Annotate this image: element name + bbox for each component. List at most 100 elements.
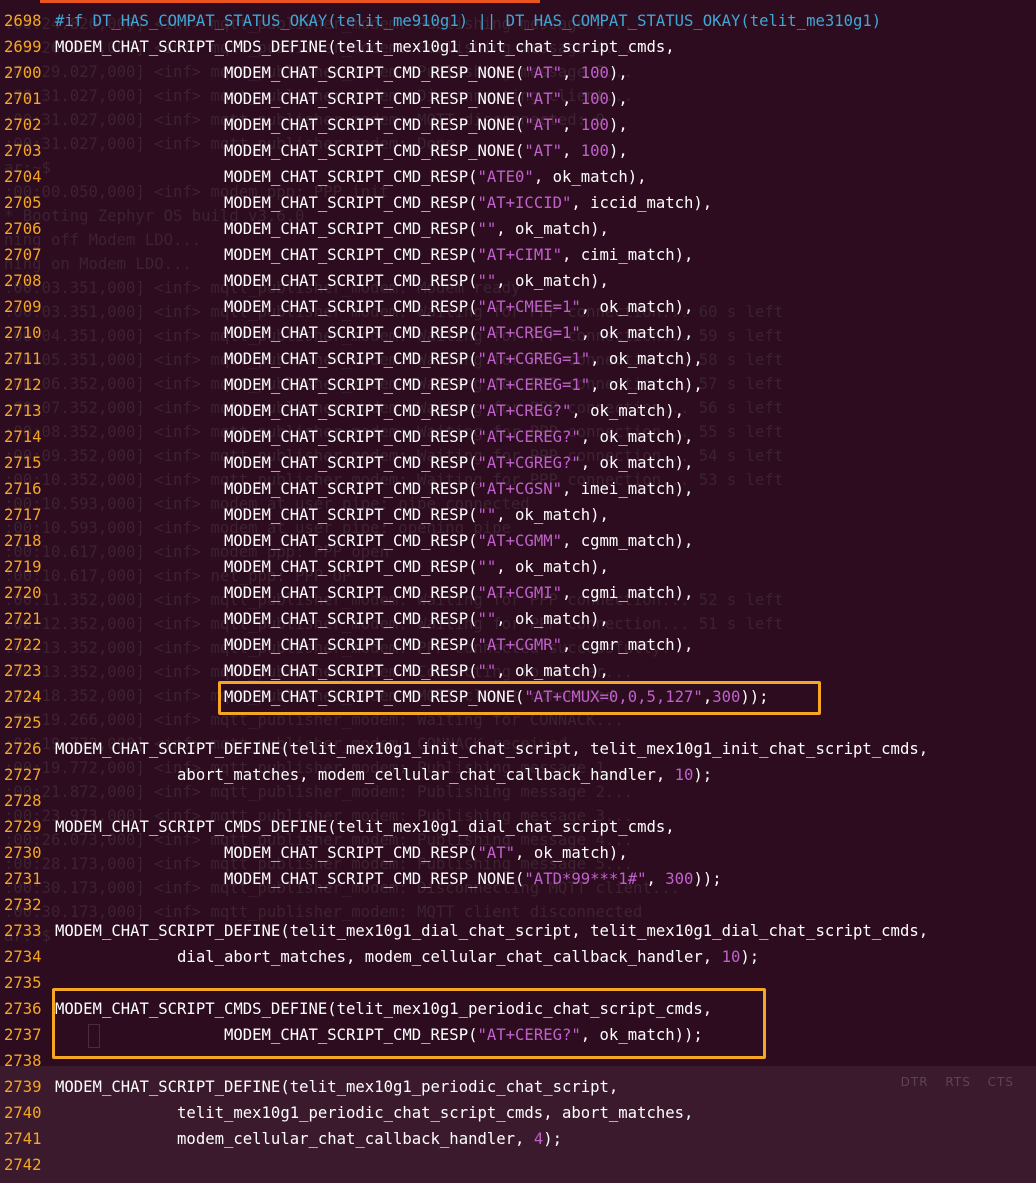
code-line[interactable]: 2699 MODEM_CHAT_SCRIPT_CMDS_DEFINE(telit_… — [0, 34, 1036, 60]
code-line[interactable]: 2724 MODEM_CHAT_SCRIPT_CMD_RESP_NONE("AT… — [0, 684, 1036, 710]
code-line[interactable]: 2710 MODEM_CHAT_SCRIPT_CMD_RESP("AT+CREG… — [0, 320, 1036, 346]
code-line[interactable]: 2725 — [0, 710, 1036, 736]
code-token: "" — [477, 506, 497, 524]
code-line[interactable]: 2737 MODEM_CHAT_SCRIPT_CMD_RESP("AT+CERE… — [0, 1022, 1036, 1048]
code-token: DT_HAS_COMPAT_STATUS_OKAY(telit_me910g1)… — [92, 12, 882, 30]
code-line[interactable]: 2704 MODEM_CHAT_SCRIPT_CMD_RESP("ATE0", … — [0, 164, 1036, 190]
code-token: MODEM_CHAT_SCRIPT_CMD_RESP( — [55, 324, 478, 342]
line-content: modem_cellular_chat_callback_handler, 4)… — [55, 1126, 562, 1152]
line-content: MODEM_CHAT_SCRIPT_CMDS_DEFINE(telit_mex1… — [55, 34, 675, 60]
code-line[interactable]: 2717 MODEM_CHAT_SCRIPT_CMD_RESP("", ok_m… — [0, 502, 1036, 528]
code-line[interactable]: 2716 MODEM_CHAT_SCRIPT_CMD_RESP("AT+CGSN… — [0, 476, 1036, 502]
code-line[interactable]: 2736 MODEM_CHAT_SCRIPT_CMDS_DEFINE(telit_… — [0, 996, 1036, 1022]
code-token: MODEM_CHAT_SCRIPT_CMD_RESP( — [55, 220, 478, 238]
code-token: , cgmr_match), — [561, 636, 694, 654]
line-content: MODEM_CHAT_SCRIPT_CMD_RESP("", ok_match)… — [55, 606, 609, 632]
code-line[interactable]: 2741 modem_cellular_chat_callback_handle… — [0, 1126, 1036, 1152]
code-token: "AT+CGSN" — [477, 480, 562, 498]
code-token: , — [561, 142, 581, 160]
code-token: MODEM_CHAT_SCRIPT_DEFINE(telit_mex10g1_d… — [55, 922, 929, 940]
line-number: 2742 — [4, 1156, 42, 1174]
code-token: MODEM_CHAT_SCRIPT_CMD_RESP( — [55, 246, 478, 264]
line-content: MODEM_CHAT_SCRIPT_CMD_RESP("AT+CGREG=1",… — [55, 346, 703, 372]
code-token: MODEM_CHAT_SCRIPT_CMD_RESP_NONE( — [55, 142, 525, 160]
code-line[interactable]: 2718 MODEM_CHAT_SCRIPT_CMD_RESP("AT+CGMM… — [0, 528, 1036, 554]
code-line[interactable]: 2709 MODEM_CHAT_SCRIPT_CMD_RESP("AT+CMEE… — [0, 294, 1036, 320]
code-line[interactable]: 2738 — [0, 1048, 1036, 1074]
code-line[interactable]: 2721 MODEM_CHAT_SCRIPT_CMD_RESP("", ok_m… — [0, 606, 1036, 632]
code-token: MODEM_CHAT_SCRIPT_CMDS_DEFINE(telit_mex1… — [55, 1000, 713, 1018]
code-line[interactable]: 2735 — [0, 970, 1036, 996]
code-line[interactable]: 2705 MODEM_CHAT_SCRIPT_CMD_RESP("AT+ICCI… — [0, 190, 1036, 216]
code-line[interactable]: 2707 MODEM_CHAT_SCRIPT_CMD_RESP("AT+CIMI… — [0, 242, 1036, 268]
line-content: #if DT_HAS_COMPAT_STATUS_OKAY(telit_me91… — [55, 8, 881, 34]
code-line[interactable]: 2727 abort_matches, modem_cellular_chat_… — [0, 762, 1036, 788]
code-line[interactable]: 2720 MODEM_CHAT_SCRIPT_CMD_RESP("AT+CGMI… — [0, 580, 1036, 606]
code-token: ); — [693, 766, 713, 784]
code-token: "AT+CGREG?" — [477, 454, 581, 472]
code-token: "AT+CMEE=1" — [477, 298, 581, 316]
code-token: "" — [477, 220, 497, 238]
code-line[interactable]: 2708 MODEM_CHAT_SCRIPT_CMD_RESP("", ok_m… — [0, 268, 1036, 294]
code-line[interactable]: 2726 MODEM_CHAT_SCRIPT_DEFINE(telit_mex10… — [0, 736, 1036, 762]
code-token: ), — [608, 116, 628, 134]
code-line[interactable]: 2722 MODEM_CHAT_SCRIPT_CMD_RESP("AT+CGMR… — [0, 632, 1036, 658]
code-line[interactable]: 2700 MODEM_CHAT_SCRIPT_CMD_RESP_NONE("AT… — [0, 60, 1036, 86]
line-number: 2741 — [4, 1130, 42, 1148]
code-token: dial_abort_matches, modem_cellular_chat_… — [55, 948, 722, 966]
code-line[interactable]: 2732 — [0, 892, 1036, 918]
code-token: 100 — [580, 142, 609, 160]
code-line[interactable]: 2731 MODEM_CHAT_SCRIPT_CMD_RESP_NONE("AT… — [0, 866, 1036, 892]
code-line[interactable]: 2740 telit_mex10g1_periodic_chat_script_… — [0, 1100, 1036, 1126]
code-line[interactable]: 2715 MODEM_CHAT_SCRIPT_CMD_RESP("AT+CGRE… — [0, 450, 1036, 476]
line-number: 2715 — [4, 454, 42, 472]
code-line[interactable]: 2706 MODEM_CHAT_SCRIPT_CMD_RESP("", ok_m… — [0, 216, 1036, 242]
code-token: MODEM_CHAT_SCRIPT_CMD_RESP_NONE( — [55, 90, 525, 108]
code-line[interactable]: 2712 MODEM_CHAT_SCRIPT_CMD_RESP("AT+CERE… — [0, 372, 1036, 398]
code-token: , ok_match), — [496, 272, 609, 290]
code-line[interactable]: 2714 MODEM_CHAT_SCRIPT_CMD_RESP("AT+CERE… — [0, 424, 1036, 450]
code-token: MODEM_CHAT_SCRIPT_CMD_RESP_NONE( — [55, 870, 525, 888]
code-token: MODEM_CHAT_SCRIPT_CMD_RESP( — [55, 454, 478, 472]
line-content: MODEM_CHAT_SCRIPT_CMD_RESP("", ok_match)… — [55, 216, 609, 242]
code-line[interactable]: 2730 MODEM_CHAT_SCRIPT_CMD_RESP("AT", ok… — [0, 840, 1036, 866]
line-content: MODEM_CHAT_SCRIPT_CMD_RESP("AT+CEREG=1",… — [55, 372, 703, 398]
code-editor[interactable]: DTR RTS CTS :00:24.826,000] <inf> mqtt_p… — [0, 0, 1036, 1183]
line-number: 2709 — [4, 298, 42, 316]
code-line[interactable]: 2719 MODEM_CHAT_SCRIPT_CMD_RESP("", ok_m… — [0, 554, 1036, 580]
code-line[interactable]: 2711 MODEM_CHAT_SCRIPT_CMD_RESP("AT+CGRE… — [0, 346, 1036, 372]
line-number: 2727 — [4, 766, 42, 784]
code-line[interactable]: 2701 MODEM_CHAT_SCRIPT_CMD_RESP_NONE("AT… — [0, 86, 1036, 112]
line-number: 2720 — [4, 584, 42, 602]
code-token: MODEM_CHAT_SCRIPT_CMD_RESP_NONE( — [55, 116, 525, 134]
code-token: "" — [477, 610, 497, 628]
code-line[interactable]: 2698 #if DT_HAS_COMPAT_STATUS_OKAY(telit_… — [0, 8, 1036, 34]
code-line[interactable]: 2729 MODEM_CHAT_SCRIPT_CMDS_DEFINE(telit_… — [0, 814, 1036, 840]
code-token: MODEM_CHAT_SCRIPT_CMD_RESP( — [55, 168, 478, 186]
code-line[interactable]: 2733 MODEM_CHAT_SCRIPT_DEFINE(telit_mex10… — [0, 918, 1036, 944]
code-token: 100 — [580, 64, 609, 82]
line-number: 2713 — [4, 402, 42, 420]
code-area[interactable]: 2698 #if DT_HAS_COMPAT_STATUS_OKAY(telit_… — [0, 8, 1036, 1178]
line-number: 2711 — [4, 350, 42, 368]
code-token: , ok_match), — [580, 454, 694, 472]
line-content: MODEM_CHAT_SCRIPT_CMD_RESP_NONE("AT", 10… — [55, 86, 628, 112]
code-line[interactable]: 2723 MODEM_CHAT_SCRIPT_CMD_RESP("", ok_m… — [0, 658, 1036, 684]
code-token: #if — [55, 12, 93, 30]
code-line[interactable]: 2702 MODEM_CHAT_SCRIPT_CMD_RESP_NONE("AT… — [0, 112, 1036, 138]
code-token: )); — [740, 688, 769, 706]
code-line[interactable]: 2728 — [0, 788, 1036, 814]
code-line[interactable]: 2703 MODEM_CHAT_SCRIPT_CMD_RESP_NONE("AT… — [0, 138, 1036, 164]
code-token: , ok_match), — [496, 662, 609, 680]
code-token: 300 — [712, 688, 741, 706]
code-token: , ok_match), — [590, 350, 703, 368]
code-token: , ok_match), — [533, 168, 647, 186]
line-number: 2718 — [4, 532, 42, 550]
code-token: , — [646, 870, 666, 888]
code-line[interactable]: 2713 MODEM_CHAT_SCRIPT_CMD_RESP("AT+CREG… — [0, 398, 1036, 424]
code-line[interactable]: 2734 dial_abort_matches, modem_cellular_… — [0, 944, 1036, 970]
code-line[interactable]: 2742 — [0, 1152, 1036, 1178]
code-line[interactable]: 2739 MODEM_CHAT_SCRIPT_DEFINE(telit_mex10… — [0, 1074, 1036, 1100]
code-token: , iccid_match), — [571, 194, 713, 212]
code-token: "AT" — [524, 142, 562, 160]
